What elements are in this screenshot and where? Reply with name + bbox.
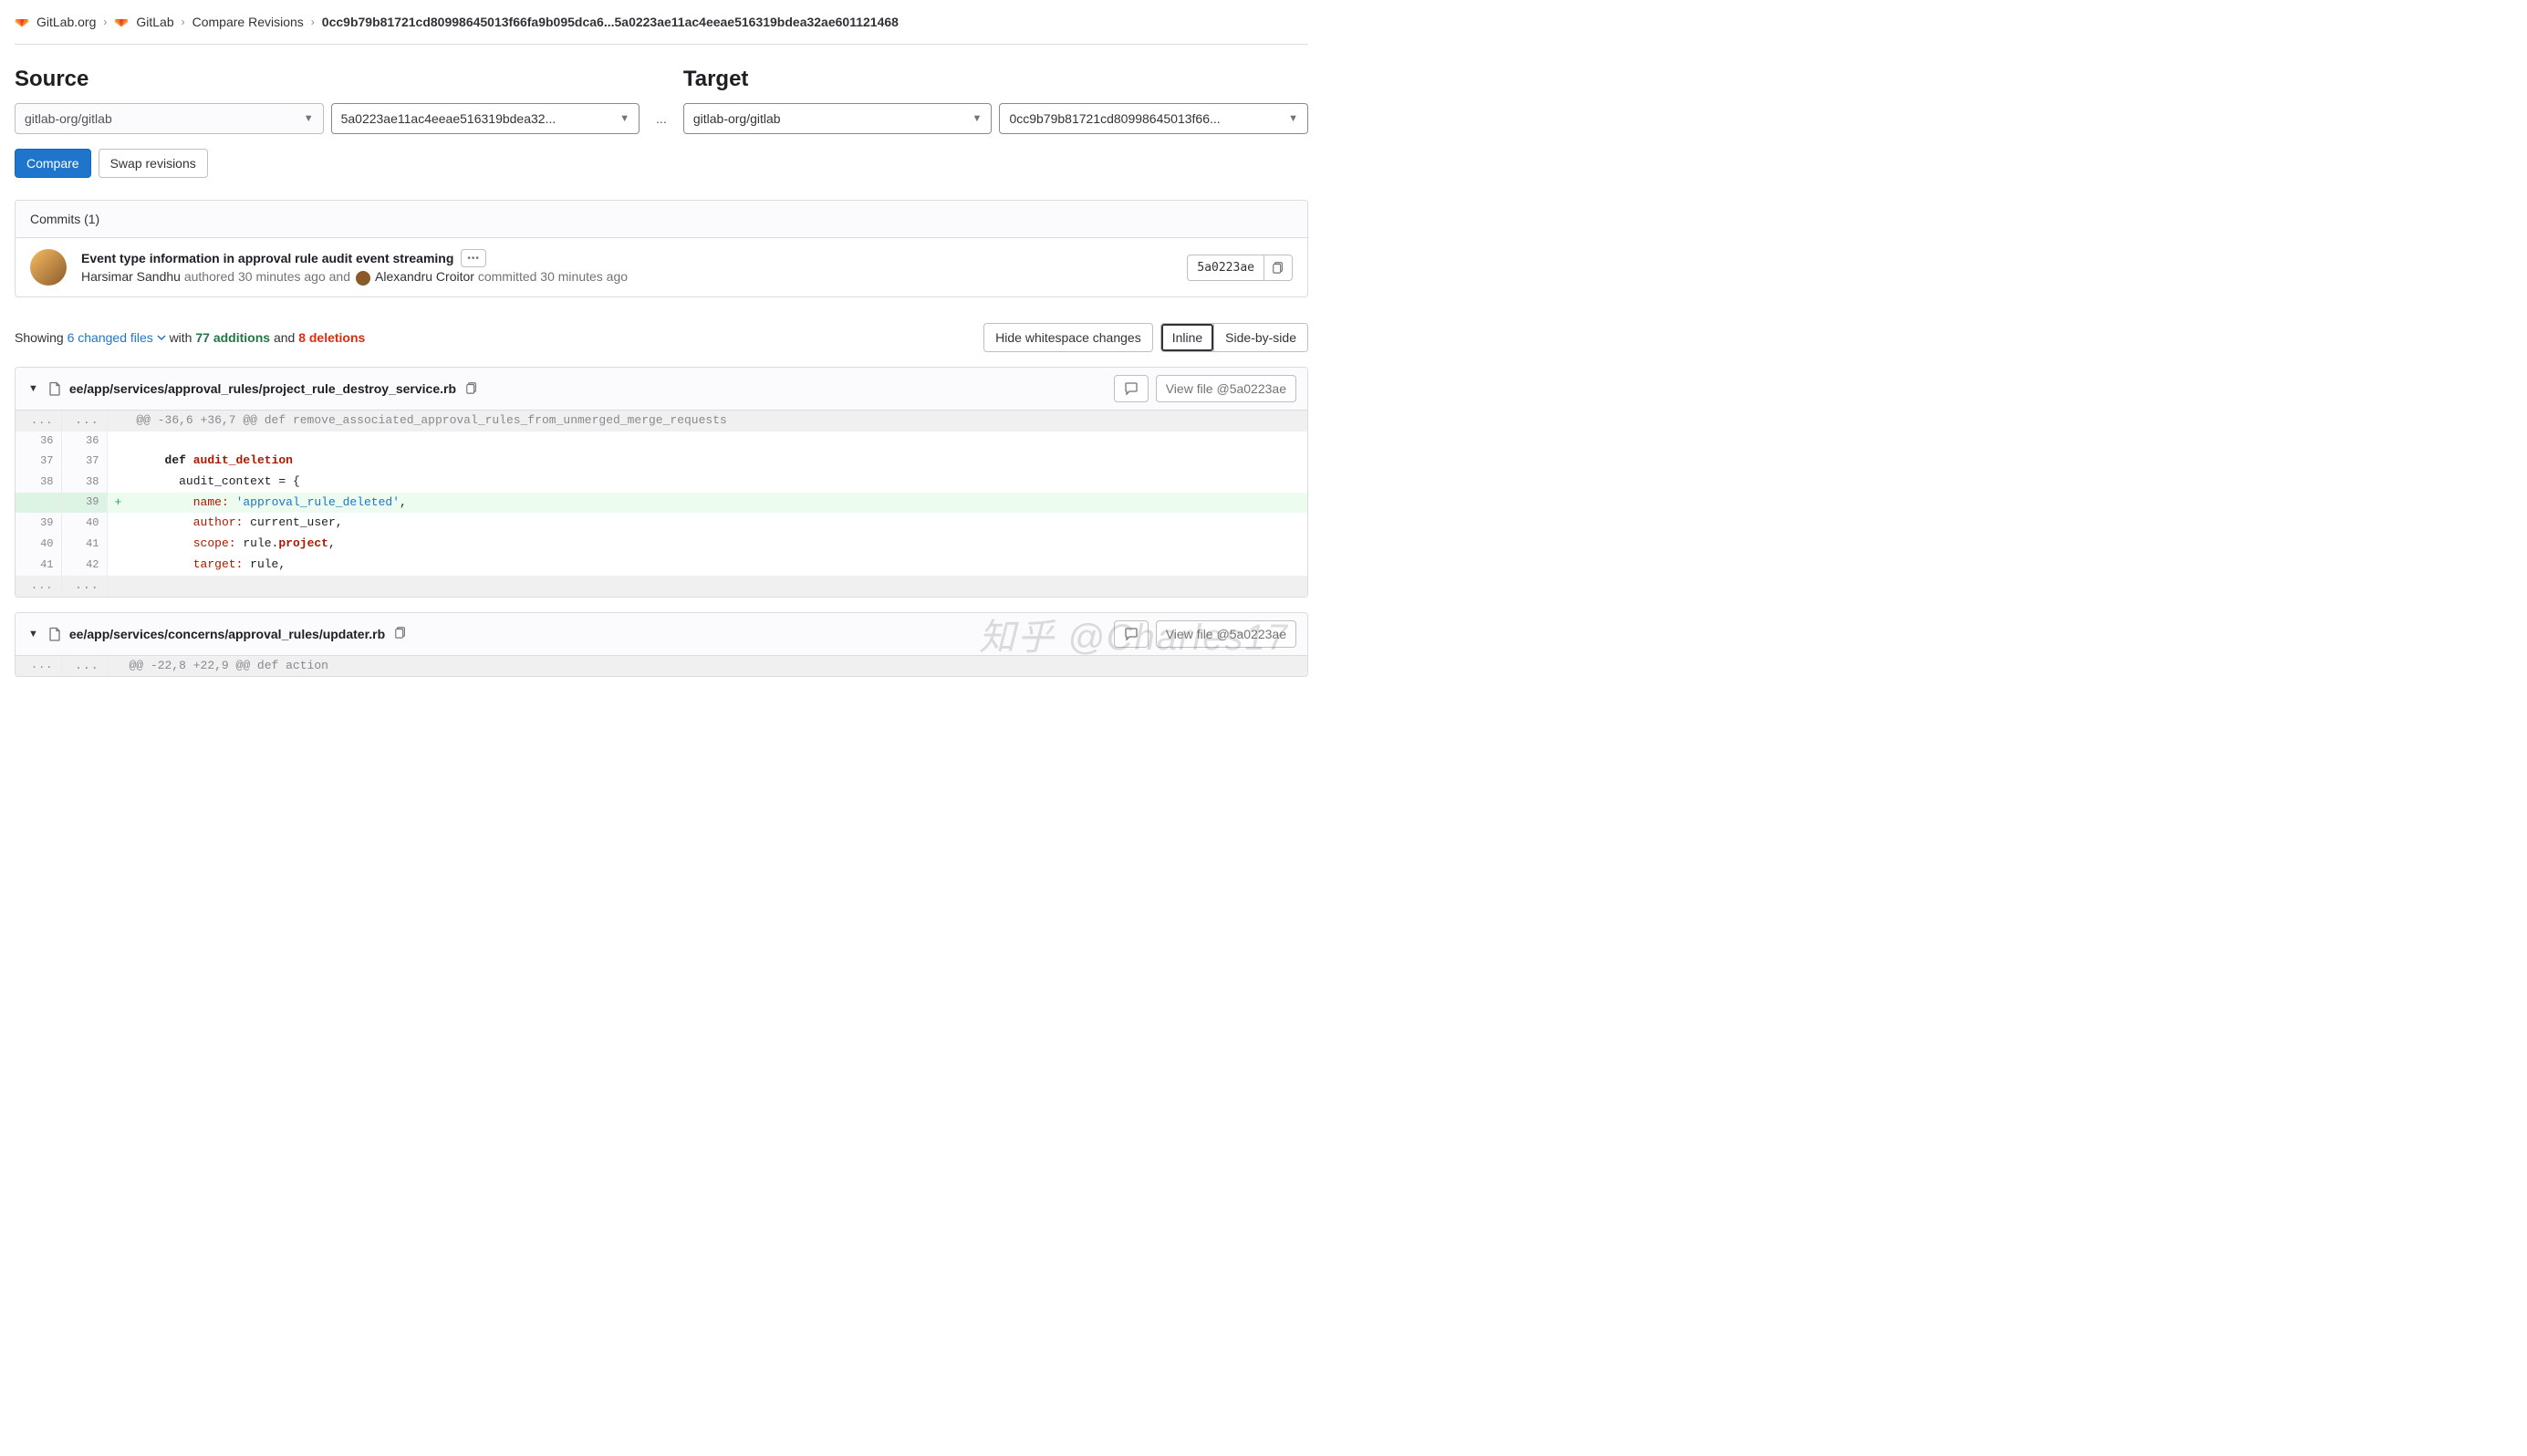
gitlab-icon [114,14,129,28]
source-repo-select[interactable]: gitlab-org/gitlab ▼ [15,103,324,134]
collapse-file-button[interactable]: ▼ [26,627,40,641]
toggle-comments-button[interactable] [1114,620,1149,648]
new-line-number[interactable]: 40 [61,513,107,534]
code-content [129,432,1306,451]
target-repo-label: gitlab-org/gitlab [693,111,781,126]
new-line-number[interactable]: 39 [61,493,107,514]
source-repo-label: gitlab-org/gitlab [25,111,112,126]
hide-whitespace-button[interactable]: Hide whitespace changes [983,323,1153,352]
new-line-number[interactable]: 37 [61,451,107,472]
new-line-number[interactable]: 38 [61,472,107,493]
copy-path-button[interactable] [463,380,480,399]
commit-meta: Harsimar Sandhu authored 30 minutes ago … [81,269,1172,285]
chevron-down-icon: ▼ [1288,113,1298,124]
source-heading: Source [15,67,640,92]
commit-committer[interactable]: Alexandru Croitor [375,269,474,284]
gitlab-icon [15,14,29,28]
new-line-number[interactable]: 42 [61,555,107,576]
old-line-number[interactable]: 41 [16,555,61,576]
diff-line: 4142 target: rule, [16,555,1307,576]
view-file-button[interactable]: View file @5a0223ae [1156,620,1296,648]
deletions-count: 8 deletions [298,330,365,345]
old-line-number[interactable]: 40 [16,534,61,555]
commit-sha-button[interactable]: 5a0223ae [1187,255,1264,281]
target-repo-select[interactable]: gitlab-org/gitlab ▼ [683,103,993,134]
diff-line: 3636 [16,432,1307,451]
expand-hunk-button[interactable]: ... [16,576,61,597]
chevron-down-icon: ▼ [972,113,983,124]
additions-count: 77 additions [195,330,270,345]
compare-button[interactable]: Compare [15,149,91,178]
compare-ellipsis: ... [650,103,672,134]
copy-sha-button[interactable] [1264,255,1293,281]
side-by-side-view-button[interactable]: Side-by-side [1213,324,1307,351]
old-line-number[interactable]: 37 [16,451,61,472]
comment-icon [1124,381,1139,396]
target-heading: Target [683,67,1308,92]
commit-author[interactable]: Harsimar Sandhu [81,269,181,284]
breadcrumb-separator: › [182,16,185,28]
toggle-comments-button[interactable] [1114,375,1149,402]
new-line-number[interactable]: 36 [61,432,107,451]
file-path[interactable]: ee/app/services/approval_rules/project_r… [69,381,456,396]
old-line-number[interactable]: 38 [16,472,61,493]
clipboard-icon [1272,261,1284,274]
breadcrumb-project[interactable]: GitLab [136,15,173,29]
target-ref-label: 0cc9b79b81721cd80998645013f66... [1009,111,1220,126]
chevron-down-icon [157,333,166,342]
inline-view-button[interactable]: Inline [1161,324,1213,351]
breadcrumb-current: 0cc9b79b81721cd80998645013f66fa9b095dca6… [322,15,899,29]
diff-line: 3838 audit_context = { [16,472,1307,493]
diff-line: 39+ name: 'approval_rule_deleted', [16,493,1307,514]
chevron-down-icon: ▼ [619,113,629,124]
target-ref-select[interactable]: 0cc9b79b81721cd80998645013f66... ▼ [999,103,1308,134]
diff-line: 4041 scope: rule.project, [16,534,1307,555]
avatar[interactable] [30,249,67,286]
changed-files-link[interactable]: 6 changed files [68,330,166,345]
copy-path-button[interactable] [392,624,409,643]
commit-more-button[interactable]: ••• [461,249,486,267]
old-line-number[interactable] [16,493,61,514]
commit-row: Event type information in approval rule … [16,238,1307,296]
breadcrumb-separator: › [311,16,315,28]
breadcrumb-org[interactable]: GitLab.org [36,15,96,29]
expand-hunk-button[interactable]: ... [16,411,61,432]
breadcrumb-compare[interactable]: Compare Revisions [192,15,304,29]
breadcrumbs: GitLab.org › GitLab › Compare Revisions … [15,0,1308,45]
commits-header: Commits (1) [16,201,1307,238]
new-line-number[interactable]: 41 [61,534,107,555]
collapse-file-button[interactable]: ▼ [26,381,40,396]
view-file-button[interactable]: View file @5a0223ae [1156,375,1296,402]
comment-icon [1124,627,1139,641]
code-content: target: rule, [129,555,1306,576]
expand-hunk-button[interactable]: ... [16,656,61,677]
code-content: author: current_user, [129,513,1306,534]
hunk-header: @@ -22,8 +22,9 @@ def action [122,656,1308,677]
diff-summary: Showing 6 changed files with 77 addition… [15,330,365,345]
old-line-number[interactable]: 39 [16,513,61,534]
diff-line: 3940 author: current_user, [16,513,1307,534]
old-line-number[interactable]: 36 [16,432,61,451]
commit-title[interactable]: Event type information in approval rule … [81,251,453,265]
code-content: name: 'approval_rule_deleted', [129,493,1306,514]
file-path[interactable]: ee/app/services/concerns/approval_rules/… [69,627,385,641]
committer-avatar[interactable] [356,271,370,286]
code-content: def audit_deletion [129,451,1306,472]
swap-revisions-button[interactable]: Swap revisions [99,149,208,178]
code-content: scope: rule.project, [129,534,1306,555]
chevron-down-icon: ▼ [304,113,314,124]
hunk-header: @@ -36,6 +36,7 @@ def remove_associated_… [129,411,1306,432]
source-ref-select[interactable]: 5a0223ae11ac4eeae516319bdea32... ▼ [331,103,640,134]
breadcrumb-separator: › [103,16,107,28]
diff-line: 3737 def audit_deletion [16,451,1307,472]
file-icon [47,627,62,641]
source-ref-label: 5a0223ae11ac4eeae516319bdea32... [341,111,556,126]
file-icon [47,381,62,396]
code-content: audit_context = { [129,472,1306,493]
